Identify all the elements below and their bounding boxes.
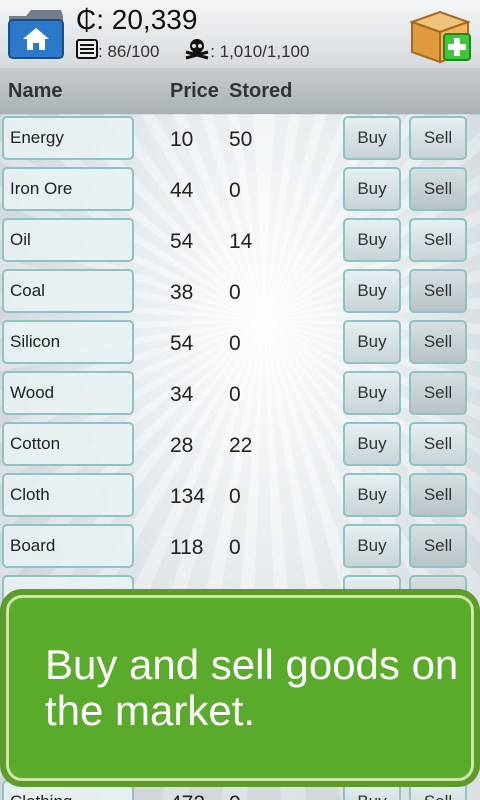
sell-button[interactable]: Sell	[409, 269, 467, 313]
good-name[interactable]: Coal	[2, 269, 134, 313]
market-row: Oil 54 14 Buy Sell	[0, 216, 480, 267]
storage-icon	[76, 39, 98, 65]
market-row: Iron Ore 44 0 Buy Sell	[0, 165, 480, 216]
market-row: Wood 34 0 Buy Sell	[0, 369, 480, 420]
market-row: Silicon 54 0 Buy Sell	[0, 318, 480, 369]
good-price: 38	[170, 281, 194, 304]
buy-button[interactable]: Buy	[343, 473, 401, 517]
good-price: 54	[170, 230, 194, 253]
good-name[interactable]: Cotton	[2, 422, 134, 466]
market-row: Energy 10 50 Buy Sell	[0, 114, 480, 165]
buy-button[interactable]: Buy	[343, 320, 401, 364]
market-row: Coal 38 0 Buy Sell	[0, 267, 480, 318]
good-price: 44	[170, 179, 194, 202]
buy-button[interactable]: Buy	[343, 524, 401, 568]
sell-button[interactable]: Sell	[409, 371, 467, 415]
sell-button[interactable]: Sell	[409, 116, 467, 160]
good-name[interactable]: Iron Ore	[2, 167, 134, 211]
good-stored: 0	[229, 536, 241, 559]
good-stored: 0	[229, 179, 241, 202]
buy-button[interactable]: Buy	[343, 218, 401, 262]
good-stored: 22	[229, 434, 253, 457]
good-name[interactable]: Wood	[2, 371, 134, 415]
market-row: Board 118 0 Buy Sell	[0, 522, 480, 573]
column-name: Name	[8, 80, 63, 102]
good-stored: 14	[229, 230, 253, 253]
skull-icon	[184, 38, 210, 66]
good-name[interactable]: Oil	[2, 218, 134, 262]
sell-button[interactable]: Sell	[409, 167, 467, 211]
good-stored: 50	[229, 128, 253, 151]
good-stored: 0	[229, 485, 241, 508]
sell-button[interactable]: Sell	[409, 320, 467, 364]
good-price: 10	[170, 128, 194, 151]
good-price: 134	[170, 485, 206, 508]
currency-balance: ₵: 20,339	[76, 4, 198, 35]
folder-home-icon	[8, 10, 64, 59]
sell-button[interactable]: Sell	[409, 524, 467, 568]
storage-count: : 86/100	[98, 42, 160, 61]
good-name[interactable]: Cloth	[2, 473, 134, 517]
crate-plus-icon	[409, 10, 471, 64]
buy-button[interactable]: Buy	[343, 167, 401, 211]
good-name[interactable]: Energy	[2, 116, 134, 160]
promo-text: Buy and sell goods on the market.	[6, 595, 474, 781]
good-name[interactable]: Silicon	[2, 320, 134, 364]
home-button[interactable]	[6, 6, 66, 62]
market-row: Cotton 28 22 Buy Sell	[0, 420, 480, 471]
sell-button[interactable]: Sell	[409, 422, 467, 466]
good-price: 54	[170, 332, 194, 355]
top-bar: ₵: 20,339 : 86/100 : 1,010/1,100	[0, 0, 480, 69]
column-stored: Stored	[229, 80, 293, 102]
good-price: 28	[170, 434, 194, 457]
good-price: 34	[170, 383, 194, 406]
buy-button[interactable]: Buy	[343, 371, 401, 415]
column-header: Name Price Stored	[0, 68, 480, 115]
add-storage-button[interactable]	[408, 8, 472, 66]
promo-banner[interactable]: Buy and sell goods on the market.	[0, 589, 480, 787]
sell-button[interactable]: Sell	[409, 473, 467, 517]
column-price: Price	[170, 80, 219, 102]
buy-button[interactable]: Buy	[343, 422, 401, 466]
population-count: : 1,010/1,100	[210, 42, 310, 61]
good-stored: 0	[229, 281, 241, 304]
good-stored: 0	[229, 332, 241, 355]
good-stored: 0	[229, 383, 241, 406]
buy-button[interactable]: Buy	[343, 269, 401, 313]
buy-button[interactable]: Buy	[343, 116, 401, 160]
good-name[interactable]: Board	[2, 524, 134, 568]
stats-row: : 86/100 : 1,010/1,100	[76, 38, 310, 61]
market-row: Cloth 134 0 Buy Sell	[0, 471, 480, 522]
sell-button[interactable]: Sell	[409, 218, 467, 262]
good-price: 118	[170, 536, 204, 559]
